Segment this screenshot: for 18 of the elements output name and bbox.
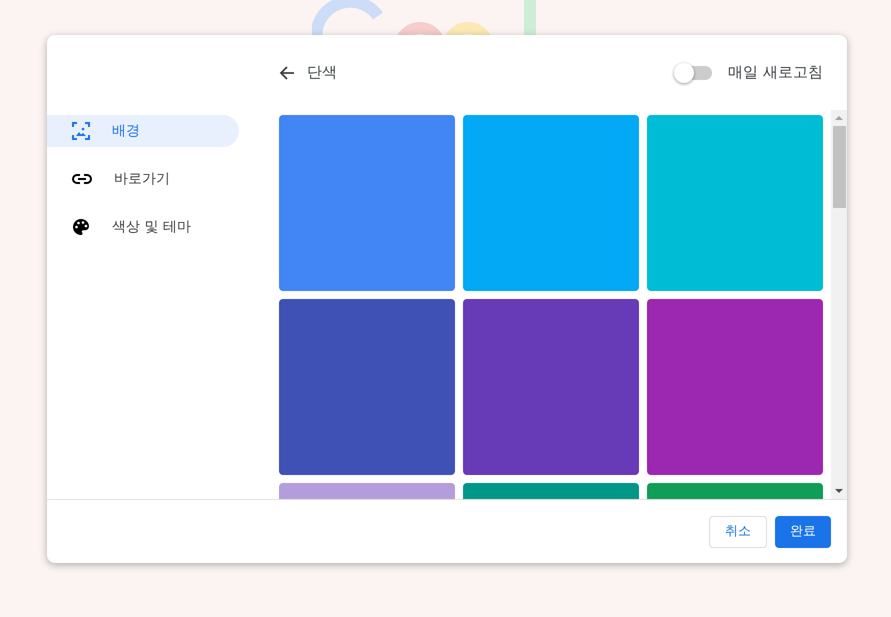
scrollbar[interactable] <box>831 110 847 499</box>
color-swatch[interactable] <box>647 115 823 291</box>
color-swatch[interactable] <box>463 299 639 475</box>
toggle-label: 매일 새로고침 <box>728 62 823 84</box>
image-icon <box>72 122 90 140</box>
color-swatch[interactable] <box>647 299 823 475</box>
cancel-button[interactable]: 취소 <box>709 516 767 548</box>
back-arrow-icon[interactable] <box>279 64 295 80</box>
palette-icon <box>72 218 90 236</box>
done-button[interactable]: 완료 <box>775 516 831 548</box>
sidebar-item[interactable]: 배경 <box>47 115 239 147</box>
sidebar-item[interactable]: 색상 및 테마 <box>47 211 239 243</box>
color-swatch[interactable] <box>279 115 455 291</box>
panel-title: 단색 <box>307 62 337 84</box>
color-swatch[interactable] <box>279 299 455 475</box>
color-swatch[interactable] <box>463 115 639 291</box>
sidebar-item[interactable]: 바로가기 <box>47 163 239 195</box>
link-icon <box>72 174 92 184</box>
